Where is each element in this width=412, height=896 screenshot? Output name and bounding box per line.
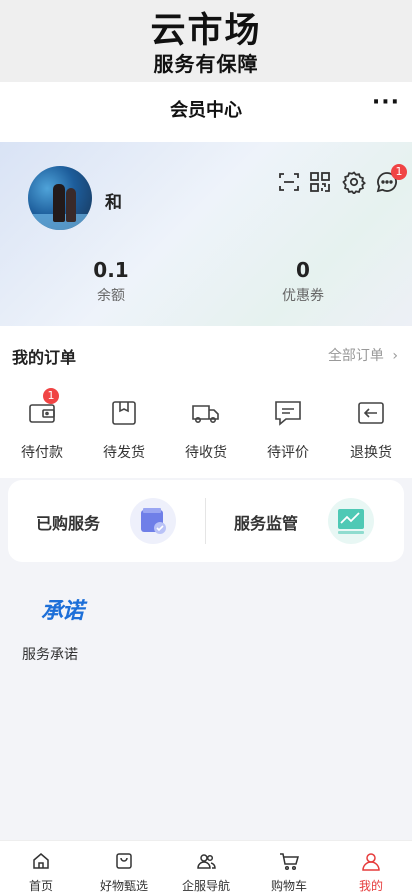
tab-home[interactable]: 首页 [0,841,82,896]
tab-selection[interactable]: 好物甄选 [83,841,165,896]
people-icon [197,854,216,869]
top-banner: 云市场 服务有保障 [0,0,412,82]
all-orders-label: 全部订单 [327,348,384,364]
coupon-label: 优惠券 [282,288,324,304]
scan-icon[interactable] [277,170,301,194]
more-menu-button[interactable]: ··· [372,90,400,115]
page-title: 会员中心 [170,100,242,121]
order-returns[interactable]: 退换货 [331,398,411,462]
purchased-services-icon[interactable] [130,498,176,544]
order-pending-shipment[interactable]: 待发货 [84,398,164,462]
order-item-label: 待评价 [267,445,309,461]
balance-value: 0.1 [93,258,129,282]
balance-label: 余额 [97,288,125,304]
tab-label: 企服导航 [181,879,230,893]
order-item-label: 退换货 [350,445,392,461]
navbar: 会员中心 ··· [0,82,412,142]
profile-card: 和 1 0.1 余额 0 优惠券 [0,142,412,326]
tab-enterprise-nav[interactable]: 企服导航 [165,841,247,896]
home-icon [33,853,49,869]
banner-title: 云市场 [150,11,262,51]
coupon-stat[interactable]: 0 优惠券 [233,258,373,305]
orders-title: 我的订单 [12,348,77,367]
orders-section: 我的订单 全部订单 › 1 待付款 待发货 待收货 待评价 退换货 [0,326,412,478]
package-icon [112,401,136,425]
tab-label: 好物甄选 [99,879,148,893]
service-promise[interactable]: 承诺 服务承诺 [22,590,102,664]
bag-icon [116,853,132,869]
order-item-label: 待付款 [21,445,63,461]
return-icon [358,402,384,424]
tab-label: 购物车 [270,879,307,893]
banner-subtitle: 服务有保障 [153,52,259,76]
pending-payment-badge: 1 [43,388,59,404]
divider [205,498,206,544]
truck-icon [192,405,219,423]
tab-label: 首页 [28,879,53,893]
tab-cart[interactable]: 购物车 [248,841,330,896]
service-supervision-icon[interactable] [328,498,374,544]
user-icon [362,853,380,871]
order-pending-review[interactable]: 待评价 [248,398,328,462]
tab-mine[interactable]: 我的 [330,841,412,896]
qrcode-icon[interactable] [308,170,332,194]
bottom-tab-bar: 首页 好物甄选 企服导航 购物车 我的 [0,840,412,896]
avatar[interactable] [28,166,92,230]
order-pending-receipt[interactable]: 待收货 [166,398,246,462]
coupon-value: 0 [296,258,310,282]
service-supervision-label[interactable]: 服务监管 [234,510,298,534]
order-item-label: 待发货 [103,445,145,461]
settings-icon[interactable] [342,170,366,194]
cart-icon [280,853,299,871]
order-pending-payment[interactable]: 1 待付款 [2,388,82,462]
service-promise-label: 服务承诺 [22,647,78,663]
message-badge: 1 [391,164,407,180]
order-item-label: 待收货 [185,445,227,461]
comment-icon [275,401,301,426]
all-orders-link[interactable]: 全部订单 › [328,345,398,365]
chevron-right-icon: › [392,348,398,364]
purchased-services-label[interactable]: 已购服务 [36,510,100,534]
balance-stat[interactable]: 0.1 余额 [41,258,181,305]
services-card: 已购服务 服务监管 [8,480,404,562]
tab-label: 我的 [358,879,383,893]
promise-logo: 承诺 [40,599,84,624]
username: 和 [105,193,122,213]
